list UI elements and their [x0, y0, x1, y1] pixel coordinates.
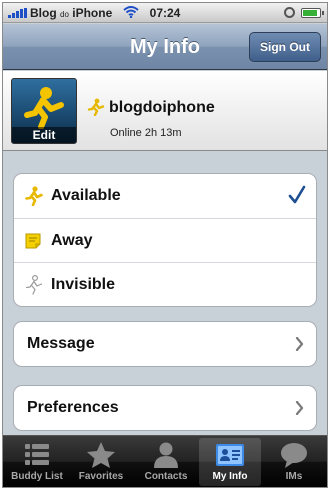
presence-item-invisible[interactable]: Invisible: [14, 262, 316, 306]
checkmark-icon: [288, 185, 306, 210]
navigation-bar: My Info Sign Out: [3, 24, 327, 70]
tab-my-info[interactable]: My Info: [199, 438, 261, 486]
tab-bar: Buddy List Favorites Contacts My Info IM…: [3, 435, 327, 487]
star-icon: [87, 442, 115, 468]
preferences-group: Preferences: [13, 385, 317, 431]
presence-item-available[interactable]: Available: [14, 174, 316, 218]
tab-label: My Info: [212, 471, 248, 482]
avatar-edit-label[interactable]: Edit: [12, 127, 76, 143]
avatar[interactable]: Edit: [11, 78, 77, 144]
person-icon: [154, 442, 178, 468]
presence-label-invisible: Invisible: [51, 275, 116, 293]
profile-header: Edit blogdoiphone Online 2h 13m: [3, 71, 327, 151]
online-duration: Online 2h 13m: [110, 127, 182, 139]
battery-fill: [303, 10, 317, 16]
invisible-running-man-icon: [25, 274, 43, 300]
preferences-row[interactable]: Preferences: [14, 386, 316, 430]
list-icon: [25, 444, 49, 465]
status-bar: Blog do iPhone 07:24: [3, 3, 327, 23]
away-note-icon: [25, 233, 41, 254]
chevron-right-icon: [295, 400, 304, 420]
tab-favorites[interactable]: Favorites: [70, 438, 132, 486]
available-running-man-icon: [25, 186, 43, 211]
app-frame: Blog do iPhone 07:24 My Info Sign Out Ed…: [2, 2, 328, 488]
tab-ims[interactable]: IMs: [263, 438, 325, 486]
tab-buddy-list[interactable]: Buddy List: [6, 438, 68, 486]
presence-label-available: Available: [51, 187, 121, 204]
sign-out-button[interactable]: Sign Out: [249, 32, 321, 62]
settings-content: Available Away Invisible Message Prefere…: [3, 152, 327, 437]
presence-group: Available Away Invisible: [13, 173, 317, 307]
tab-label: IMs: [285, 471, 303, 482]
username: blogdoiphone: [109, 99, 215, 116]
presence-icon: [87, 98, 105, 121]
tab-contacts[interactable]: Contacts: [135, 438, 197, 486]
message-label: Message: [27, 335, 95, 352]
presence-item-away[interactable]: Away: [14, 218, 316, 262]
speech-bubble-icon: [281, 443, 307, 468]
message-row[interactable]: Message: [14, 322, 316, 366]
message-group: Message: [13, 321, 317, 367]
aim-running-man-icon: [24, 87, 64, 129]
id-card-icon: [216, 444, 244, 466]
rotation-lock-icon: [284, 7, 295, 18]
tab-label: Buddy List: [11, 471, 63, 482]
presence-label-away: Away: [51, 231, 93, 249]
preferences-label: Preferences: [27, 399, 119, 416]
tab-label: Favorites: [78, 471, 124, 482]
battery-icon: [301, 8, 324, 18]
clock: 07:24: [149, 6, 181, 20]
tab-label: Contacts: [144, 471, 188, 482]
chevron-right-icon: [295, 336, 304, 356]
